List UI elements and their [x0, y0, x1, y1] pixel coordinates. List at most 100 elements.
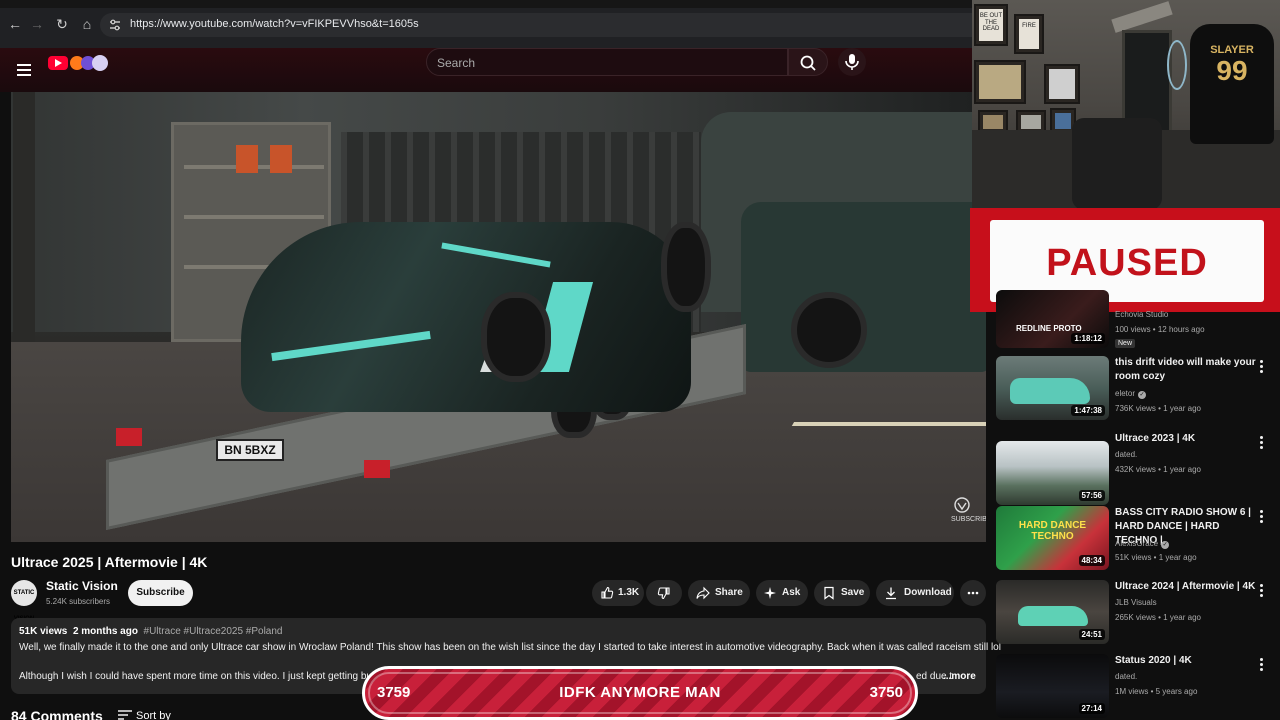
recommendation-stats: 51K views • 1 year ago [1115, 553, 1197, 562]
search-button[interactable] [788, 48, 828, 76]
video-tail-light [364, 460, 390, 478]
video-player[interactable]: BN 5BXZ SUBSCRIBE [11, 92, 986, 542]
video-title: Ultrace 2025 | Aftermovie | 4K [11, 554, 208, 570]
webcam-chair [1072, 118, 1162, 210]
recommendation-channel[interactable]: AlexisGrace ✓ [1115, 539, 1170, 549]
recommendation-channel[interactable]: JLB Visuals [1115, 598, 1157, 607]
channel-watermark-icon [954, 497, 970, 513]
home-icon[interactable]: ⌂ [78, 15, 96, 33]
more-horizontal-icon [967, 591, 979, 595]
video-car-wheel [661, 222, 711, 312]
show-more-link[interactable]: ...more [943, 671, 976, 682]
video-duration: 1:18:12 [1071, 333, 1105, 344]
voice-search-button[interactable] [838, 48, 866, 76]
recommendation-title[interactable]: Status 2020 | 4K [1115, 654, 1257, 668]
wall-sign [1111, 1, 1173, 33]
recommendation-stats: 100 views • 12 hours ago [1115, 325, 1205, 334]
video-tail-light [116, 428, 142, 446]
thumbnail-car [1018, 606, 1088, 626]
back-arrow-icon[interactable]: ← [6, 15, 24, 33]
search-icon [800, 55, 816, 71]
sort-comments-button[interactable]: Sort by [118, 710, 171, 720]
channel-avatar[interactable]: STATIC VISION [11, 580, 37, 622]
recommendation-stats: 1M views • 5 years ago [1115, 687, 1198, 696]
recommendation-channel[interactable]: Echovia Studio [1115, 310, 1168, 319]
subscribe-watermark[interactable]: SUBSCRIBE [951, 496, 986, 526]
paused-label: PAUSED [1046, 242, 1208, 284]
recommendation-title[interactable]: Ultrace 2024 | Aftermovie | 4K [1115, 580, 1257, 594]
forward-arrow-icon[interactable]: → [28, 15, 46, 33]
tab-strip [0, 0, 972, 8]
recommendation-thumbnail[interactable]: HARD DANCE TECHNO 48:34 [996, 506, 1109, 570]
sort-label: Sort by [136, 710, 171, 720]
jersey-number: 99 [1216, 55, 1248, 86]
browser-toolbar: ← → ↻ ⌂ https://www.youtube.com/watch?v=… [0, 0, 972, 48]
recommendation-item[interactable]: 1:47:38 this drift video will make your … [996, 356, 1280, 426]
hashtags[interactable]: #Ultrace #Ultrace2025 #Poland [144, 626, 283, 637]
recommendation-thumbnail[interactable]: 24:51 [996, 580, 1109, 644]
menu-icon[interactable] [17, 64, 31, 76]
search-box [426, 48, 788, 76]
save-button[interactable]: Save [814, 580, 870, 606]
recommendation-title[interactable]: this drift video will make your room coz… [1115, 356, 1257, 384]
recommendation-title[interactable]: Ultrace 2023 | 4K [1115, 432, 1257, 446]
share-button[interactable]: Share [688, 580, 750, 606]
recommendation-item[interactable]: HARD DANCE TECHNO 48:34 BASS CITY RADIO … [996, 506, 1280, 574]
site-settings-icon[interactable] [108, 18, 122, 32]
recommendation-item[interactable]: REDLINE PROTO 1:18:12 Echovia Studio 100… [996, 290, 1280, 350]
video-duration: 57:56 [1078, 490, 1105, 501]
youtube-logo[interactable] [48, 55, 114, 74]
banner-left-count: 3759 [377, 684, 411, 701]
recommendation-thumbnail[interactable]: REDLINE PROTO 1:18:12 [996, 290, 1109, 348]
banner-right-count: 3750 [869, 684, 903, 701]
more-options-icon[interactable] [1258, 510, 1264, 524]
more-actions-button[interactable] [960, 580, 986, 606]
more-options-icon[interactable] [1258, 360, 1264, 374]
more-options-icon[interactable] [1258, 658, 1264, 672]
wall-poster: FIRE [1014, 14, 1044, 54]
more-options-icon[interactable] [1258, 584, 1264, 598]
recommendation-item[interactable]: 57:56 Ultrace 2023 | 4K dated. 432K view… [996, 432, 1280, 505]
ask-button[interactable]: Ask [756, 580, 808, 606]
subscribe-button[interactable]: Subscribe [128, 580, 193, 606]
save-label: Save [841, 587, 865, 598]
dislike-button[interactable] [646, 580, 682, 606]
recommendation-thumbnail[interactable]: 57:56 [996, 441, 1109, 505]
download-button[interactable]: Download [876, 580, 954, 606]
banner-text: IDFK ANYMORE MAN [559, 684, 721, 701]
reload-icon[interactable]: ↻ [53, 15, 71, 33]
view-count: 51K views [19, 626, 68, 637]
video-duration: 1:47:38 [1071, 405, 1105, 416]
watermark-label: SUBSCRIBE [951, 516, 986, 523]
recommendation-channel[interactable]: eletor ✓ [1115, 389, 1147, 399]
more-options-icon[interactable] [1258, 436, 1264, 450]
recommendation-item[interactable]: 27:14 Status 2020 | 4K dated. 1M views •… [996, 654, 1280, 720]
download-icon [886, 587, 896, 600]
sparkle-icon [764, 587, 776, 599]
webcam-overlay: BE OUT THE DEAD FIRE SLAYER 99 [972, 0, 1280, 210]
bookmark-icon [824, 586, 834, 600]
thumbs-up-icon [601, 586, 614, 599]
recommendation-thumbnail[interactable]: 27:14 [996, 654, 1109, 718]
video-suv [741, 202, 986, 372]
video-suv-wheel [791, 292, 867, 368]
wall-poster: BE OUT THE DEAD [974, 4, 1008, 46]
share-label: Share [715, 587, 743, 598]
video-license-plate: BN 5BXZ [216, 439, 284, 461]
new-badge: New [1115, 339, 1136, 348]
recommendation-channel[interactable]: dated. [1115, 672, 1137, 681]
screen: ← → ↻ ⌂ https://www.youtube.com/watch?v=… [0, 0, 1280, 720]
wall-jersey: SLAYER 99 [1190, 24, 1274, 144]
recommendation-item[interactable]: 24:51 Ultrace 2024 | Aftermovie | 4K JLB… [996, 580, 1280, 648]
like-button[interactable]: 1.3K [592, 580, 644, 606]
dreamcatcher [1167, 40, 1187, 90]
subscriber-count: 5.24K subscribers [46, 597, 111, 606]
search-input[interactable] [437, 54, 777, 72]
recommendation-stats: 736K views • 1 year ago [1115, 404, 1201, 413]
like-count: 1.3K [618, 587, 640, 598]
address-bar[interactable]: https://www.youtube.com/watch?v=vFIKPEVV… [100, 13, 972, 37]
play-logo-icon [48, 56, 68, 70]
channel-name[interactable]: Static Vision [46, 579, 118, 593]
recommendation-thumbnail[interactable]: 1:47:38 [996, 356, 1109, 420]
recommendation-channel[interactable]: dated. [1115, 450, 1137, 459]
